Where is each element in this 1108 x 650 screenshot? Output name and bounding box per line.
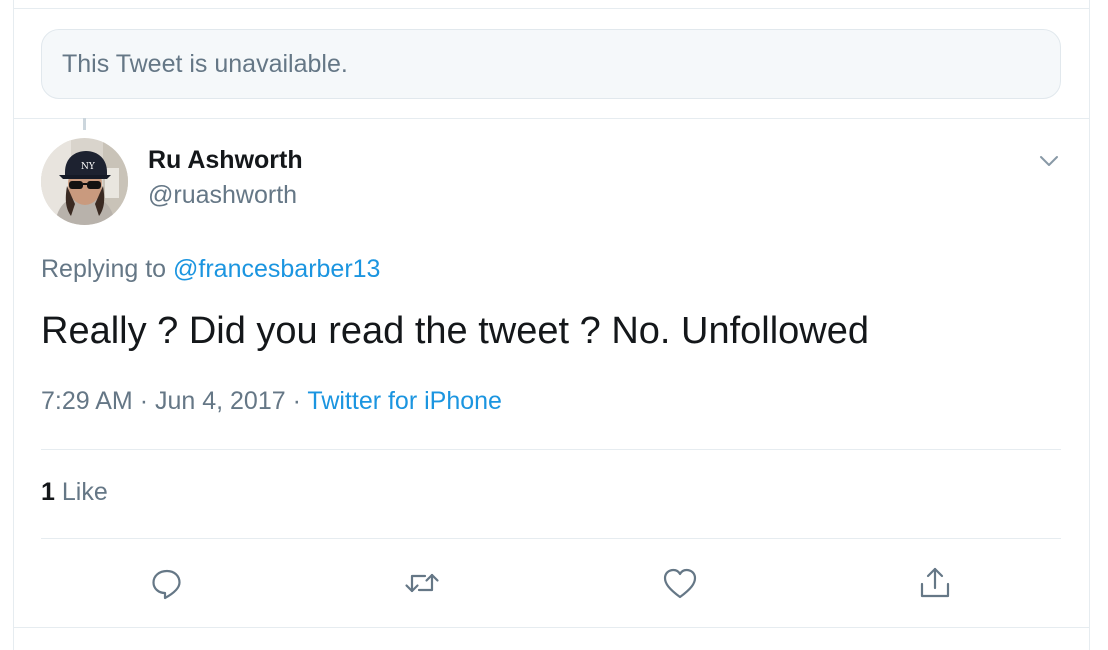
tweet-time[interactable]: 7:29 AM bbox=[41, 387, 133, 415]
tweet-thread-column: This Tweet is unavailable. NY Ru Ashwort… bbox=[13, 0, 1090, 650]
retweet-icon[interactable] bbox=[403, 564, 441, 602]
replying-to-label: Replying to bbox=[41, 255, 167, 283]
svg-text:NY: NY bbox=[81, 162, 96, 172]
author-handle[interactable]: @ruashworth bbox=[148, 181, 297, 210]
likes-stat[interactable]: 1 Like bbox=[41, 478, 108, 507]
reply-icon[interactable] bbox=[148, 564, 186, 602]
tweet-source-link[interactable]: Twitter for iPhone bbox=[307, 387, 502, 415]
thread-connector-line bbox=[83, 118, 86, 130]
likes-count: 1 bbox=[41, 478, 55, 506]
author-name[interactable]: Ru Ashworth bbox=[148, 146, 303, 175]
avatar[interactable]: NY bbox=[41, 138, 128, 225]
unavailable-tweet-notice: This Tweet is unavailable. bbox=[41, 29, 1061, 99]
tweet-text: Really ? Did you read the tweet ? No. Un… bbox=[41, 310, 870, 352]
avatar-image: NY bbox=[41, 138, 128, 225]
separator-dot: · bbox=[139, 387, 149, 415]
tweet-metadata: 7:29 AM · Jun 4, 2017 · Twitter for iPho… bbox=[41, 387, 502, 416]
share-icon[interactable] bbox=[916, 564, 954, 602]
replying-to-mention-link[interactable]: @francesbarber13 bbox=[173, 255, 380, 283]
separator-dot: · bbox=[292, 387, 301, 415]
likes-label: Like bbox=[61, 478, 108, 506]
replying-to-line: Replying to @francesbarber13 bbox=[41, 255, 380, 284]
divider bbox=[14, 627, 1089, 628]
tweet-date[interactable]: Jun 4, 2017 bbox=[155, 387, 286, 415]
heart-icon[interactable] bbox=[661, 564, 699, 602]
chevron-down-icon[interactable] bbox=[1036, 148, 1062, 174]
divider bbox=[14, 8, 1089, 9]
divider bbox=[41, 449, 1061, 450]
divider bbox=[14, 118, 1089, 119]
divider bbox=[41, 538, 1061, 539]
